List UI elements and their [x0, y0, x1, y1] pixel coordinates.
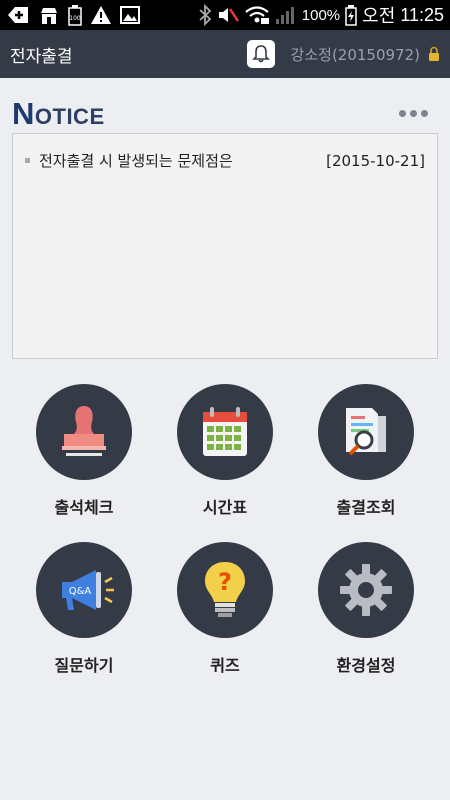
notice-item-date: [2015-10-21] — [326, 151, 425, 170]
back-plus-icon — [8, 7, 28, 23]
notice-item[interactable]: 전자출결 시 발생되는 문제점은 [2015-10-21] — [25, 150, 425, 171]
menu-label: 질문하기 — [54, 656, 114, 675]
store-icon — [41, 8, 57, 24]
notice-more-button[interactable] — [399, 110, 428, 117]
notification-button[interactable] — [246, 40, 275, 68]
menu-label: 시간표 — [202, 498, 248, 517]
lock-icon[interactable] — [428, 46, 440, 62]
clock-time: 11:25 — [400, 4, 444, 25]
notice-item-title: 전자출결 시 발생되는 문제점은 — [39, 152, 233, 170]
bullet-icon — [25, 158, 30, 163]
svg-text:100: 100 — [69, 15, 81, 22]
bluetooth-icon — [199, 4, 212, 26]
menu-label: 출결조회 — [336, 498, 396, 517]
menu-label: 출석체크 — [54, 498, 114, 517]
more-dot-icon — [399, 110, 406, 117]
signal-icon — [275, 7, 294, 24]
battery-percent: 100% — [301, 6, 341, 24]
gear-icon — [340, 564, 392, 616]
more-dot-icon — [410, 110, 417, 117]
menu-label: 퀴즈 — [210, 656, 240, 675]
user-name: 강소정(20150972) — [290, 45, 420, 64]
menu-quiz[interactable]: ? 퀴즈 — [160, 542, 290, 676]
menu-settings[interactable]: 환경설정 — [301, 542, 431, 676]
more-dot-icon — [421, 110, 428, 117]
status-bar: 100 100% 오전 11:25 — [0, 0, 450, 30]
menu-circle[interactable] — [177, 384, 273, 480]
warning-icon — [91, 6, 111, 24]
svg-text:Q&A: Q&A — [69, 586, 92, 597]
menu-circle[interactable]: ? — [177, 542, 273, 638]
notice-title-initial: N — [12, 96, 35, 131]
menu-circle[interactable]: Q&A — [36, 542, 132, 638]
notice-title-rest: OTICE — [34, 104, 105, 129]
calendar-icon — [203, 407, 247, 456]
image-icon — [120, 6, 140, 24]
menu-label: 환경설정 — [336, 656, 396, 675]
notice-title: NOTICE — [12, 96, 105, 132]
menu-attendance-check[interactable]: 출석체크 — [19, 384, 149, 518]
app-bar: 전자출결 강소정(20150972) — [0, 30, 450, 78]
status-system: 100% 오전 11:25 — [198, 2, 444, 28]
document-search-icon — [346, 408, 386, 456]
svg-text:?: ? — [218, 568, 232, 596]
stamp-icon — [62, 406, 106, 456]
menu-attendance-lookup[interactable]: 출결조회 — [301, 384, 431, 518]
battery-full-icon: 100 — [68, 5, 82, 26]
wifi-icon — [245, 6, 269, 24]
clock-period: 오전 — [362, 6, 396, 26]
bell-icon — [251, 45, 270, 63]
app-title: 전자출결 — [10, 46, 73, 67]
status-notifications: 100 — [6, 4, 140, 26]
menu-circle[interactable] — [36, 384, 132, 480]
notice-list: 전자출결 시 발생되는 문제점은 [2015-10-21] — [12, 133, 438, 359]
app-bar-actions: 강소정(20150972) — [246, 40, 440, 68]
mute-icon — [218, 8, 239, 22]
menu-timetable[interactable]: 시간표 — [160, 384, 290, 518]
menu-circle[interactable] — [318, 542, 414, 638]
menu-ask-question[interactable]: Q&A 질문하기 — [19, 542, 149, 676]
megaphone-qa-icon: Q&A — [62, 570, 114, 610]
notice-header: NOTICE — [12, 96, 438, 132]
menu-circle[interactable] — [318, 384, 414, 480]
lightbulb-question-icon: ? — [205, 562, 245, 617]
battery-charging-icon — [345, 5, 357, 26]
